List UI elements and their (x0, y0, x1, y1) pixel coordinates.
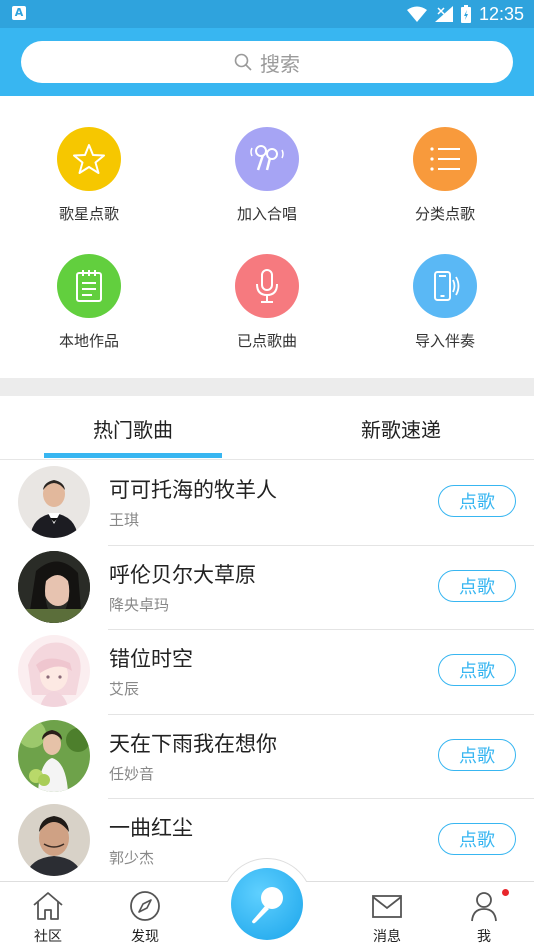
active-tab-indicator (44, 453, 222, 458)
nav-community[interactable]: 社区 (13, 890, 83, 946)
feature-requested-songs[interactable]: 已点歌曲 (178, 254, 356, 374)
feature-label: 本地作品 (58, 332, 119, 350)
signal-icon (434, 6, 453, 22)
song-tabs: 热门歌曲 新歌速递 (0, 396, 534, 460)
search-bar[interactable]: 搜索 (21, 41, 513, 83)
feature-import-accompaniment[interactable]: 导入伴奏 (356, 254, 534, 374)
request-song-button[interactable]: 点歌 (438, 569, 516, 602)
compass-icon (130, 891, 160, 921)
home-icon (33, 892, 63, 920)
feature-label: 已点歌曲 (236, 332, 297, 350)
nav-label: 社区 (34, 929, 62, 945)
feature-label: 加入合唱 (236, 205, 297, 223)
mail-icon (372, 895, 402, 918)
avatar (18, 466, 90, 538)
wifi-icon (406, 6, 427, 22)
request-song-button[interactable]: 点歌 (438, 654, 516, 686)
feature-grid: 歌星点歌 加入合唱 分类点歌 本地作品 已点歌曲 导入伴奏 (0, 96, 534, 378)
section-divider (0, 378, 534, 396)
list-item[interactable]: 天在下雨我在想你 任妙音 点歌 (0, 715, 534, 799)
feature-label: 导入伴奏 (414, 332, 475, 350)
tab-hot-songs[interactable]: 热门歌曲 (44, 396, 222, 460)
nav-me[interactable]: 我 (449, 890, 519, 946)
avatar (18, 804, 90, 876)
feature-local-works[interactable]: 本地作品 (0, 254, 178, 374)
song-title: 天在下雨我在想你 (109, 731, 277, 756)
tab-new-songs[interactable]: 新歌速递 (312, 396, 490, 460)
nav-discover[interactable]: 发现 (110, 890, 180, 946)
battery-icon (460, 5, 471, 23)
clock: 12:35 (478, 3, 524, 24)
nav-label: 发现 (131, 929, 159, 945)
song-list: 可可托海的牧羊人 王琪 点歌 呼伦贝尔大草原 降央卓玛 点歌 错位时空 艾辰 点… (0, 461, 534, 884)
app-notification-icon: A (12, 6, 26, 20)
song-artist: 王琪 (109, 511, 140, 529)
song-title: 错位时空 (109, 647, 193, 671)
status-bar: A 12:35 (0, 0, 534, 28)
feature-label: 分类点歌 (414, 205, 475, 223)
feature-label: 歌星点歌 (58, 205, 119, 223)
search-placeholder: 搜索 (260, 51, 300, 76)
song-artist: 降央卓玛 (109, 595, 170, 614)
user-icon (471, 892, 497, 922)
star-icon (57, 127, 121, 191)
notification-dot (502, 889, 509, 896)
feature-singer-request[interactable]: 歌星点歌 (0, 127, 178, 247)
duet-mic-icon (235, 127, 299, 191)
song-artist: 艾辰 (109, 680, 140, 698)
nav-messages[interactable]: 消息 (352, 890, 422, 946)
request-song-button[interactable]: 点歌 (438, 738, 516, 771)
song-title: 呼伦贝尔大草原 (109, 562, 256, 587)
nav-label: 消息 (373, 929, 401, 945)
request-song-button[interactable]: 点歌 (438, 485, 516, 517)
song-title: 可可托海的牧羊人 (109, 478, 277, 502)
song-artist: 郭少杰 (109, 849, 155, 867)
avatar (18, 550, 90, 623)
list-item[interactable]: 可可托海的牧羊人 王琪 点歌 (0, 461, 534, 546)
nav-label: 我 (477, 929, 491, 945)
notepad-icon (57, 254, 121, 318)
microphone-icon (235, 254, 299, 318)
song-title: 一曲红尘 (109, 816, 193, 840)
avatar (18, 719, 90, 792)
phone-sound-icon (413, 254, 477, 318)
search-icon (234, 53, 252, 71)
avatar (18, 635, 90, 707)
song-artist: 任妙音 (109, 764, 155, 783)
karaoke-record-button[interactable] (231, 868, 303, 940)
list-icon (413, 127, 477, 191)
feature-category-request[interactable]: 分类点歌 (356, 127, 534, 247)
list-item[interactable]: 呼伦贝尔大草原 降央卓玛 点歌 (0, 546, 534, 630)
feature-join-duet[interactable]: 加入合唱 (178, 127, 356, 247)
request-song-button[interactable]: 点歌 (438, 823, 516, 855)
list-item[interactable]: 错位时空 艾辰 点歌 (0, 630, 534, 715)
header: 搜索 (0, 28, 534, 96)
karaoke-mic-icon (252, 887, 283, 924)
